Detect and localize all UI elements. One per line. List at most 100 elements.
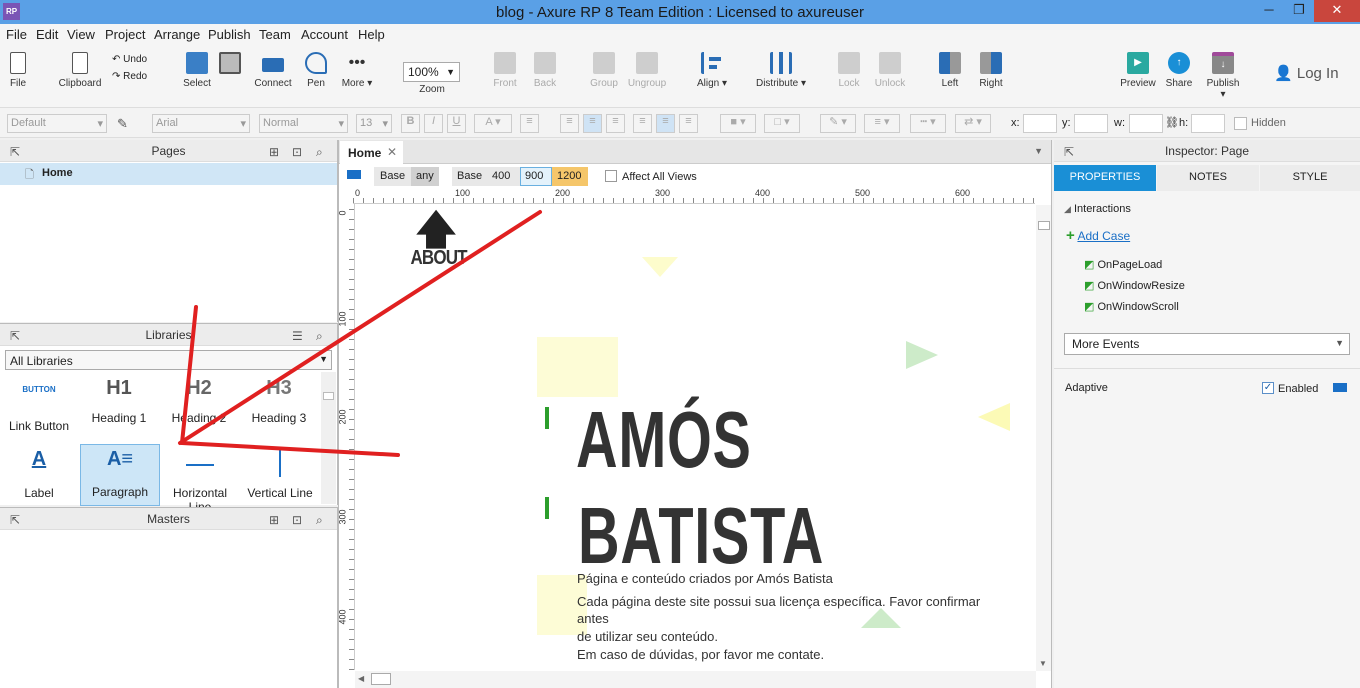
preview-button[interactable]: ▶ Preview <box>1120 52 1156 89</box>
base-view-button[interactable]: Base <box>457 170 482 182</box>
select-mode-button[interactable] <box>216 52 244 78</box>
size-select[interactable]: 13 <box>356 114 392 133</box>
line-width-button[interactable]: ≡ ▾ <box>864 114 900 133</box>
library-select[interactable]: All Libraries ▼ <box>5 350 332 370</box>
affect-all-views-checkbox[interactable] <box>605 170 617 182</box>
collapse-pin-icon[interactable]: ⇱ <box>10 329 20 343</box>
base-label[interactable]: Base <box>380 170 405 182</box>
tab-home[interactable]: Home ✕ <box>340 141 403 164</box>
adaptive-views-icon[interactable] <box>1333 383 1347 392</box>
add-master-icon[interactable]: ⊞ <box>269 513 279 527</box>
zoom-select[interactable]: 100% ▼ <box>403 62 460 82</box>
align-center-text-button[interactable]: ≡ <box>583 114 602 133</box>
back-button[interactable]: Back <box>530 52 560 89</box>
canvas-vertical-scrollbar[interactable]: ▼ <box>1036 205 1051 671</box>
ungroup-button[interactable]: Ungroup <box>627 52 667 89</box>
arrow-style-button[interactable]: ⇄ ▾ <box>955 114 991 133</box>
adaptive-enabled-checkbox[interactable]: ✓ <box>1262 382 1274 394</box>
contact-text[interactable]: Em caso de dúvidas, por favor me contate… <box>577 647 824 662</box>
pen-button[interactable]: Pen <box>302 52 330 89</box>
menu-edit[interactable]: Edit <box>36 27 58 42</box>
about-block[interactable]: 🡅 ABOUT <box>406 210 468 270</box>
widget-heading-1[interactable]: H1 Heading 1 <box>80 377 158 437</box>
collapse-pin-icon[interactable]: ⇱ <box>10 513 20 527</box>
event-onpageload[interactable]: ◩ OnPageLoad <box>1084 258 1162 271</box>
close-tab-icon[interactable]: ✕ <box>387 145 397 159</box>
menu-team[interactable]: Team <box>259 27 291 42</box>
lock-ratio-icon[interactable]: ⛓ <box>1165 116 1179 129</box>
search-icon[interactable]: ⌕ <box>316 329 323 344</box>
group-button[interactable]: Group <box>588 52 620 89</box>
font-select[interactable]: Arial <box>152 114 250 133</box>
connect-button[interactable]: Connect <box>253 52 293 89</box>
any-view-button[interactable]: any <box>411 167 439 186</box>
tab-properties[interactable]: PROPERTIES <box>1054 165 1156 191</box>
add-folder-icon[interactable]: ⊡ <box>292 145 302 159</box>
widget-heading-3[interactable]: H3 Heading 3 <box>240 377 318 437</box>
tab-notes[interactable]: NOTES <box>1157 165 1259 191</box>
scroll-down-icon[interactable]: ▼ <box>1039 659 1047 668</box>
publish-button[interactable]: ↓ Publish ▾ <box>1203 52 1243 100</box>
left-button[interactable]: Left <box>938 52 962 89</box>
valign-bottom-button[interactable]: ≡ <box>679 114 698 133</box>
shadow-button[interactable]: □ ▾ <box>764 114 800 133</box>
bold-button[interactable]: B <box>401 114 420 133</box>
style-select[interactable]: Default <box>7 114 107 133</box>
front-button[interactable]: Front <box>490 52 520 89</box>
widget-paragraph[interactable]: A≡ Paragraph <box>80 444 160 506</box>
widget-label-item[interactable]: A Label <box>0 444 78 504</box>
license-text-line-1[interactable]: Cada página deste site possui sua licenç… <box>577 594 980 609</box>
hidden-checkbox[interactable] <box>1234 117 1247 130</box>
scroll-thumb[interactable] <box>1038 221 1050 230</box>
undo-button[interactable]: ↶ Undo <box>112 54 147 65</box>
credit-text[interactable]: Página e conteúdo criados por Amós Batis… <box>577 571 833 586</box>
align-left-text-button[interactable]: ≡ <box>560 114 579 133</box>
design-canvas[interactable]: 🡅 ABOUT AMÓS BATISTA Página e conteúdo c… <box>356 205 1036 671</box>
license-text-line-2[interactable]: antes <box>577 611 609 626</box>
lock-button[interactable]: Lock <box>836 52 862 89</box>
valign-top-button[interactable]: ≡ <box>633 114 652 133</box>
interactions-section[interactable]: ◢ Interactions <box>1064 203 1131 215</box>
license-text-line-3[interactable]: de utilizar seu conteúdo. <box>577 629 718 644</box>
y-input[interactable] <box>1074 114 1108 133</box>
widget-vertical-line[interactable]: Vertical Line <box>240 444 320 504</box>
maximize-button[interactable]: ❐ <box>1284 0 1314 22</box>
fill-color-button[interactable]: ■ ▾ <box>720 114 756 133</box>
h-input[interactable] <box>1191 114 1225 133</box>
view-900-button[interactable]: 900 <box>520 167 552 186</box>
menu-arrange[interactable]: Arrange <box>154 27 200 42</box>
menu-publish[interactable]: Publish <box>208 27 251 42</box>
menu-view[interactable]: View <box>67 27 95 42</box>
valign-middle-button[interactable]: ≡ <box>656 114 675 133</box>
widget-horizontal-line[interactable]: Horizontal Line <box>160 444 240 514</box>
menu-project[interactable]: Project <box>105 27 145 42</box>
bullet-button[interactable]: ≡ <box>520 114 539 133</box>
distribute-button[interactable]: Distribute ▾ <box>755 52 807 89</box>
unlock-button[interactable]: Unlock <box>873 52 907 89</box>
add-page-icon[interactable]: ⊞ <box>269 145 279 159</box>
name-heading-line-1[interactable]: AMÓS <box>576 395 752 485</box>
search-icon[interactable]: ⌕ <box>316 513 323 528</box>
italic-button[interactable]: I <box>424 114 443 133</box>
scroll-left-icon[interactable]: ◀ <box>358 674 364 683</box>
widget-heading-2[interactable]: H2 Heading 2 <box>160 377 238 437</box>
page-item-home[interactable]: 🗋 Home <box>0 163 337 185</box>
collapse-pin-icon[interactable]: ⇱ <box>10 145 20 159</box>
libraries-scrollbar[interactable] <box>321 372 336 504</box>
close-button[interactable]: ✕ <box>1314 0 1360 22</box>
menu-account[interactable]: Account <box>301 27 348 42</box>
view-1200-button[interactable]: 1200 <box>552 167 588 186</box>
underline-button[interactable]: U <box>447 114 466 133</box>
redo-button[interactable]: ↷ Redo <box>112 71 147 82</box>
minimize-button[interactable]: ─ <box>1254 0 1284 22</box>
adaptive-views-icon[interactable] <box>347 170 361 179</box>
style-edit-icon[interactable]: ✎ <box>117 116 128 132</box>
line-color-button[interactable]: ✎ ▾ <box>820 114 856 133</box>
canvas-horizontal-scrollbar[interactable]: ◀ <box>355 671 1036 688</box>
more-events-select[interactable]: More Events ▼ <box>1064 333 1350 355</box>
event-onwindowresize[interactable]: ◩ OnWindowResize <box>1084 279 1185 292</box>
file-button[interactable]: File <box>4 52 32 89</box>
x-input[interactable] <box>1023 114 1057 133</box>
select-button[interactable]: Select <box>180 52 214 89</box>
collapse-pin-icon[interactable]: ⇱ <box>1064 145 1074 159</box>
